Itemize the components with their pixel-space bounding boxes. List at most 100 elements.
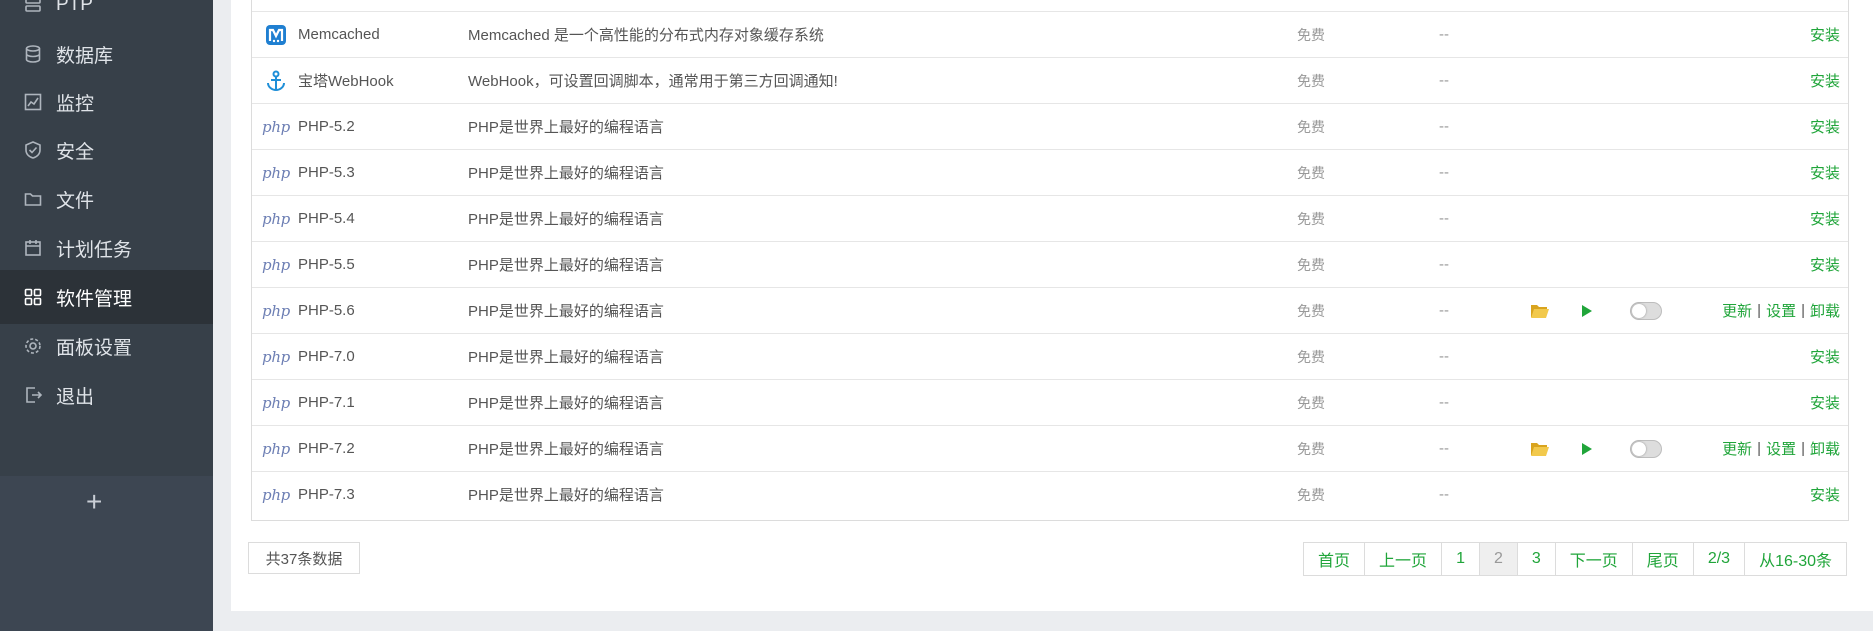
folder-icon: [22, 188, 44, 210]
folder-open-icon: [1531, 304, 1549, 318]
table-row: php PHP-5.5 PHP是世界上最好的编程语言 免费 -- 安装: [252, 241, 1848, 287]
pager-page-3[interactable]: 3: [1516, 543, 1555, 575]
toggle-switch[interactable]: [1630, 301, 1662, 320]
action-separator: |: [1801, 302, 1805, 319]
software-name: PHP-5.5: [298, 256, 355, 273]
grid-icon: [22, 286, 44, 308]
sidebar-bottom-area: [0, 476, 213, 631]
open-folder-button[interactable]: [1529, 426, 1551, 471]
install-link[interactable]: 安装: [1810, 484, 1840, 505]
start-service-button[interactable]: [1579, 426, 1595, 471]
software-expiry: --: [1439, 440, 1449, 457]
software-description: PHP是世界上最好的编程语言: [468, 257, 664, 274]
php-icon: php: [262, 209, 290, 228]
settings-link[interactable]: 设置: [1766, 438, 1796, 459]
action-separator: |: [1801, 440, 1805, 457]
software-price: 免费: [1297, 256, 1325, 273]
open-folder-button[interactable]: [1529, 288, 1551, 333]
software-expiry: --: [1439, 394, 1449, 411]
sidebar-item-2[interactable]: 监控: [0, 75, 213, 129]
software-price: 免费: [1297, 164, 1325, 181]
sidebar-item-label: 软件管理: [56, 288, 133, 310]
install-link[interactable]: 安装: [1810, 254, 1840, 275]
row-actions: 安装: [1810, 334, 1840, 379]
software-name: PHP-5.2: [298, 118, 355, 135]
start-service-button[interactable]: [1579, 288, 1595, 333]
install-link[interactable]: 安装: [1810, 70, 1840, 91]
logout-icon: [22, 384, 44, 406]
php-icon: php: [262, 163, 290, 182]
php-icon: php: [262, 347, 290, 366]
table-row: php PHP-7.2 PHP是世界上最好的编程语言 免费 -- 更新 | 设置 | 卸载: [252, 425, 1848, 471]
php-icon: php: [262, 301, 290, 320]
software-price: 免费: [1297, 486, 1325, 503]
sidebar-item-label: 文件: [56, 190, 95, 212]
sidebar-item-5[interactable]: 计划任务: [0, 221, 213, 275]
pager-next[interactable]: 下一页: [1554, 543, 1632, 575]
action-separator: |: [1757, 302, 1762, 319]
table-row: php PHP-7.3 PHP是世界上最好的编程语言 免费 -- 安装: [252, 471, 1848, 517]
software-expiry: --: [1439, 256, 1449, 273]
table-row: php PHP-5.3 PHP是世界上最好的编程语言 免费 -- 安装: [252, 149, 1848, 195]
software-name: PHP-7.1: [298, 394, 355, 411]
php-icon: php: [262, 485, 290, 504]
add-shortcut-button[interactable]: +: [86, 488, 102, 516]
software-name: PHP-5.6: [298, 302, 355, 319]
pager-last[interactable]: 尾页: [1631, 543, 1693, 575]
software-expiry: --: [1439, 72, 1449, 89]
pager-first[interactable]: 首页: [1304, 543, 1364, 575]
install-link[interactable]: 安装: [1810, 116, 1840, 137]
software-description: PHP是世界上最好的编程语言: [468, 119, 664, 136]
software-price: 免费: [1297, 440, 1325, 457]
sidebar-item-1[interactable]: 数据库: [0, 27, 213, 81]
update-link[interactable]: 更新: [1722, 438, 1752, 459]
total-count: 共37条数据: [248, 542, 360, 574]
sidebar-item-7[interactable]: 面板设置: [0, 319, 213, 373]
pager-page-count: 2/3: [1692, 543, 1744, 575]
software-expiry: --: [1439, 26, 1449, 43]
settings-link[interactable]: 设置: [1766, 300, 1796, 321]
row-actions: 更新 | 设置 | 卸载: [1722, 426, 1840, 471]
table-row: php PHP-7.1 PHP是世界上最好的编程语言 免费 -- 安装: [252, 379, 1848, 425]
uninstall-link[interactable]: 卸载: [1810, 300, 1840, 321]
sidebar-item-8[interactable]: 退出: [0, 368, 213, 422]
uninstall-link[interactable]: 卸载: [1810, 438, 1840, 459]
row-icon: [262, 58, 290, 103]
row-icon: php: [262, 104, 290, 149]
sidebar-item-3[interactable]: 安全: [0, 123, 213, 177]
table-row: php PHP-5.2 PHP是世界上最好的编程语言 免费 -- 安装: [252, 103, 1848, 149]
software-name: PHP-7.3: [298, 486, 355, 503]
software-expiry: --: [1439, 486, 1449, 503]
software-description: PHP是世界上最好的编程语言: [468, 487, 664, 504]
install-link[interactable]: 安装: [1810, 346, 1840, 367]
software-description: PHP是世界上最好的编程语言: [468, 303, 664, 320]
sidebar-item-4[interactable]: 文件: [0, 172, 213, 226]
software-expiry: --: [1439, 302, 1449, 319]
software-description: PHP是世界上最好的编程语言: [468, 441, 664, 458]
software-description: PHP是世界上最好的编程语言: [468, 349, 664, 366]
sidebar-item-6[interactable]: 软件管理: [0, 270, 213, 324]
software-expiry: --: [1439, 118, 1449, 135]
install-link[interactable]: 安装: [1810, 208, 1840, 229]
software-name: PHP-7.0: [298, 348, 355, 365]
table-row: php PHP-7.0 PHP是世界上最好的编程语言 免费 -- 安装: [252, 333, 1848, 379]
install-link[interactable]: 安装: [1810, 162, 1840, 183]
homepage-display-toggle[interactable]: [1630, 288, 1662, 333]
software-price: 免费: [1297, 118, 1325, 135]
update-link[interactable]: 更新: [1722, 300, 1752, 321]
row-icon: php: [262, 196, 290, 241]
software-name: 宝塔WebHook: [298, 73, 394, 90]
install-link[interactable]: 安装: [1810, 392, 1840, 413]
anchor-icon: [264, 69, 288, 93]
pager-prev[interactable]: 上一页: [1364, 543, 1441, 575]
table-row: php PHP-5.6 PHP是世界上最好的编程语言 免费 -- 更新 | 设置 | 卸载: [252, 287, 1848, 333]
calendar-icon: [22, 237, 44, 259]
row-icon: [262, 12, 290, 57]
homepage-display-toggle[interactable]: [1630, 426, 1662, 471]
sidebar-item-label: 数据库: [56, 45, 114, 67]
software-description: Memcached 是一个高性能的分布式内存对象缓存系统: [468, 27, 824, 44]
toggle-switch[interactable]: [1630, 439, 1662, 458]
pager-page-1[interactable]: 1: [1441, 543, 1479, 575]
row-actions: 安装: [1810, 58, 1840, 103]
install-link[interactable]: 安装: [1810, 24, 1840, 45]
